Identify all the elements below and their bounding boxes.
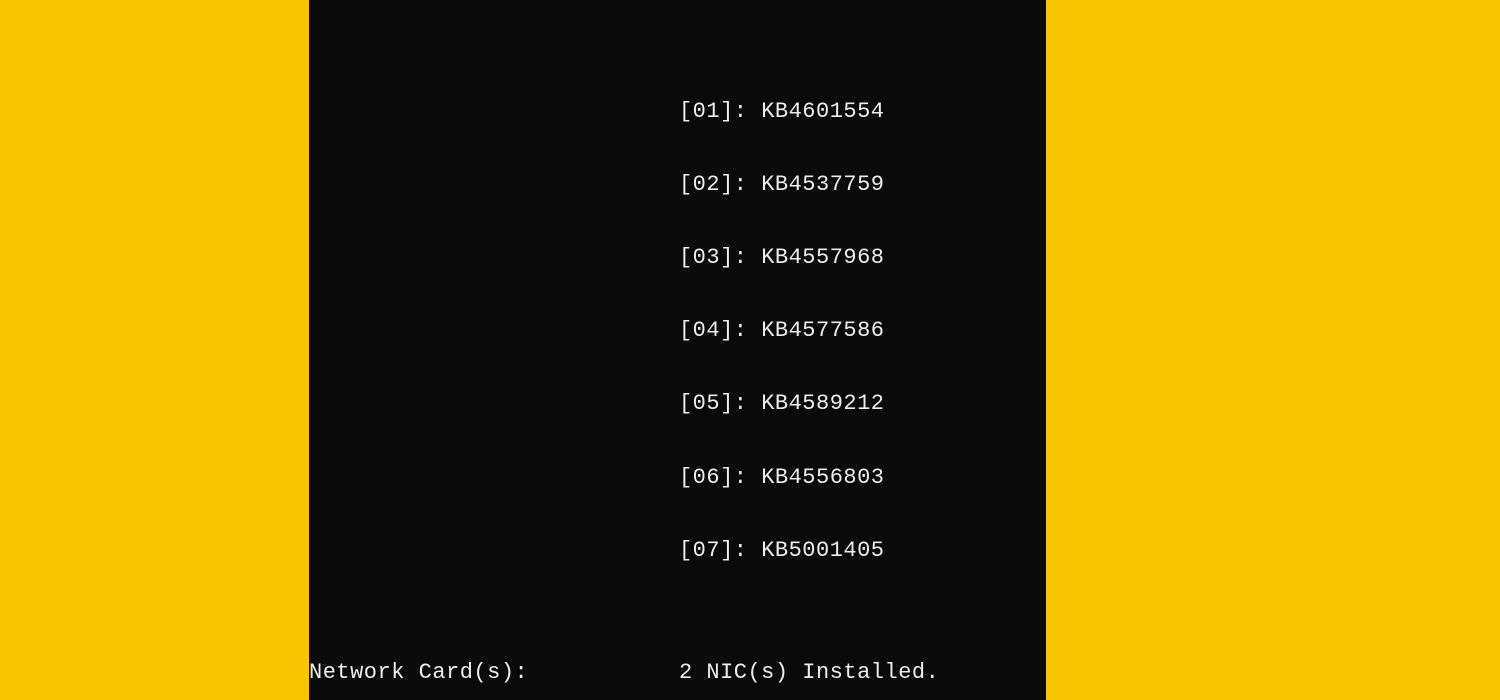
network-header: Network Card(s): 2 NIC(s) Installed. xyxy=(309,661,1046,685)
hotfix-line: [03]: KB4557968 xyxy=(309,246,1046,270)
hotfix-line: [05]: KB4589212 xyxy=(309,392,1046,416)
command-prompt-window[interactable]: [01]: KB4601554 [02]: KB4537759 [03]: KB… xyxy=(309,0,1046,700)
hotfix-line: [04]: KB4577586 xyxy=(309,319,1046,343)
hotfix-line: [06]: KB4556803 xyxy=(309,466,1046,490)
hotfix-line: [02]: KB4537759 xyxy=(309,173,1046,197)
page-background: [01]: KB4601554 [02]: KB4537759 [03]: KB… xyxy=(0,0,1500,700)
hotfix-line: [01]: KB4601554 xyxy=(309,100,1046,124)
hotfix-line: [07]: KB5001405 xyxy=(309,539,1046,563)
